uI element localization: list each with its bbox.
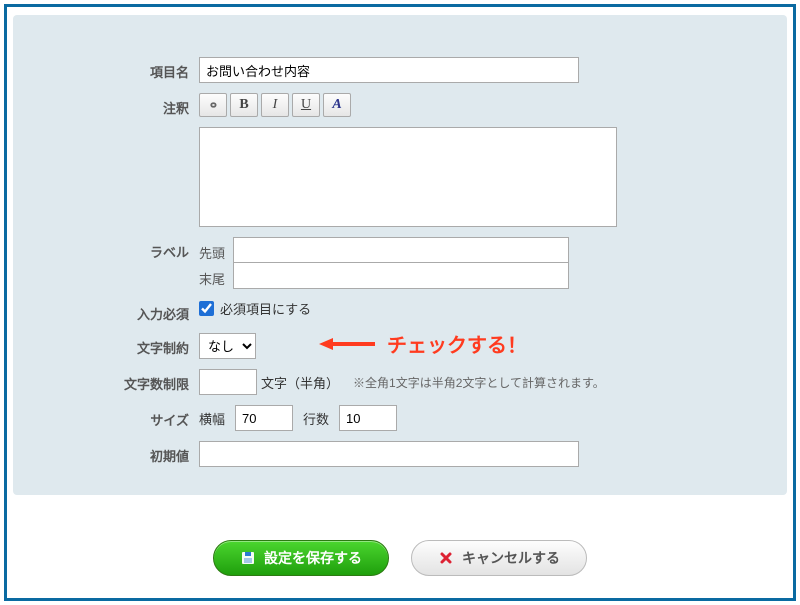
label-tail-input[interactable]: [233, 263, 569, 289]
save-button[interactable]: 設定を保存する: [213, 540, 389, 576]
required-label: 入力必須: [31, 299, 199, 323]
font-style-icon[interactable]: A: [323, 93, 351, 117]
char-limit-unit: 文字（半角）: [261, 373, 339, 392]
close-icon: [438, 550, 454, 566]
char-limit-label: 文字数制限: [31, 369, 199, 393]
italic-icon[interactable]: I: [261, 93, 289, 117]
required-checkbox[interactable]: [199, 301, 214, 316]
label-head-input[interactable]: [233, 237, 569, 263]
note-textarea[interactable]: [199, 127, 617, 227]
size-rows-input[interactable]: [339, 405, 397, 431]
form-panel: 項目名 注釈 B I U A: [13, 15, 787, 495]
size-width-text: 横幅: [199, 409, 225, 428]
default-input[interactable]: [199, 441, 579, 467]
size-label: サイズ: [31, 405, 199, 429]
bold-icon[interactable]: B: [230, 93, 258, 117]
note-label: 注釈: [31, 93, 199, 117]
dialog-frame: 項目名を変更 項目名 注釈 B I U A: [4, 4, 796, 601]
char-rule-select[interactable]: なし: [199, 333, 256, 359]
richtext-toolbar: B I U A: [199, 93, 351, 117]
default-label: 初期値: [31, 441, 199, 465]
item-name-input[interactable]: [199, 57, 579, 83]
link-icon[interactable]: [199, 93, 227, 117]
char-limit-help: ※全角1文字は半角2文字として計算されます。: [353, 374, 605, 391]
required-checkbox-text[interactable]: 必須項目にする: [220, 299, 311, 318]
footer: 設定を保存する キャンセルする: [7, 540, 793, 576]
char-rule-label: 文字制約: [31, 333, 199, 357]
item-name-label: 項目名: [31, 57, 199, 81]
cancel-button[interactable]: キャンセルする: [411, 540, 587, 576]
char-limit-input[interactable]: [199, 369, 257, 395]
cancel-button-label: キャンセルする: [462, 548, 560, 568]
label-head-text: 先頭: [199, 239, 233, 262]
size-rows-text: 行数: [303, 409, 329, 428]
size-width-input[interactable]: [235, 405, 293, 431]
save-button-label: 設定を保存する: [264, 548, 362, 568]
underline-icon[interactable]: U: [292, 93, 320, 117]
label-tail-text: 末尾: [199, 265, 233, 288]
label-label: ラベル: [31, 237, 199, 261]
save-icon: [240, 550, 256, 566]
